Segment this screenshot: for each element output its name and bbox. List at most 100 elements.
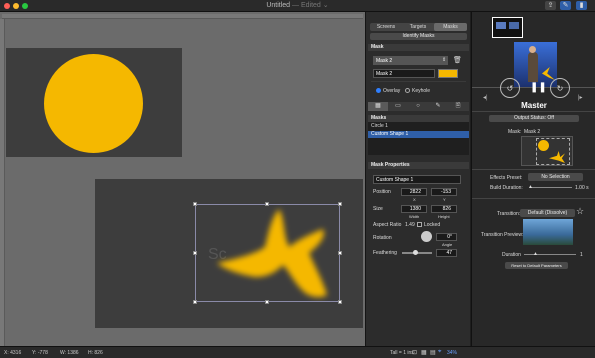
divider bbox=[472, 198, 595, 199]
resize-handle-br[interactable] bbox=[338, 300, 342, 304]
list-item[interactable]: Custom Shape 1 bbox=[368, 131, 469, 138]
resize-handle-t[interactable] bbox=[265, 202, 269, 206]
zoom-value[interactable]: 34% bbox=[447, 350, 457, 356]
trash-icon[interactable]: 🗑 bbox=[453, 56, 462, 64]
snap-icon[interactable]: ⌖ bbox=[438, 349, 441, 356]
screen-layer-1[interactable] bbox=[6, 48, 182, 157]
resize-handle-b[interactable] bbox=[265, 300, 269, 304]
status-w: W: 1386 bbox=[60, 350, 79, 356]
build-duration-thumb[interactable]: ▲ bbox=[528, 184, 533, 190]
y-label: Y bbox=[443, 197, 446, 202]
overlay-radio[interactable] bbox=[376, 88, 381, 93]
rewind-icon[interactable]: ◂| bbox=[483, 94, 488, 101]
position-y-field[interactable]: -153 bbox=[431, 188, 457, 196]
transition-label: Transition: bbox=[497, 211, 521, 217]
selection-box bbox=[195, 204, 340, 302]
tab-targets[interactable]: Targets bbox=[402, 23, 434, 31]
mask-section-header: Mask bbox=[368, 44, 469, 51]
output-status-button[interactable]: Output Status: Off bbox=[489, 115, 579, 122]
duration-label: Duration bbox=[502, 252, 521, 258]
upload-icon[interactable]: ⇪ bbox=[545, 1, 556, 10]
divider bbox=[472, 111, 595, 112]
x-label: X bbox=[413, 197, 416, 202]
transition-select[interactable]: Default (Dissolve) bbox=[520, 209, 575, 217]
status-h: H: 826 bbox=[88, 350, 103, 356]
circle-mask[interactable] bbox=[44, 54, 143, 153]
mask-label: Mask: bbox=[508, 129, 522, 135]
resize-handle-bl[interactable] bbox=[193, 300, 197, 304]
resize-handle-tl[interactable] bbox=[193, 202, 197, 206]
tab-masks[interactable]: Masks bbox=[434, 23, 467, 31]
forward-icon[interactable]: |▸ bbox=[578, 94, 583, 101]
mask-select[interactable]: Mask 2 bbox=[373, 56, 448, 65]
divider bbox=[472, 169, 595, 170]
grid-tool-icon[interactable]: ▦ bbox=[368, 102, 388, 111]
ruler-top bbox=[2, 14, 363, 19]
height-label: Height bbox=[438, 214, 450, 219]
transition-preview-image bbox=[523, 219, 573, 245]
status-y: Y: -778 bbox=[32, 350, 48, 356]
tab-screens[interactable]: Screens bbox=[370, 23, 402, 31]
ruler-left bbox=[0, 19, 5, 346]
screen-thumbnail-1[interactable] bbox=[492, 17, 523, 38]
image-mask-tool-icon[interactable]: 🗎 bbox=[448, 102, 468, 111]
masks-list-header: Masks bbox=[368, 115, 469, 122]
star-icon[interactable]: ☆ bbox=[576, 206, 584, 217]
panel-title: Master bbox=[521, 101, 547, 110]
height-field[interactable]: 826 bbox=[431, 205, 457, 213]
feathering-slider-thumb[interactable] bbox=[413, 250, 418, 255]
chevron-updown-icon: ⇕ bbox=[442, 57, 447, 63]
screen-layer-2[interactable]: Sc bbox=[95, 179, 363, 328]
width-label: Width bbox=[409, 214, 420, 219]
rectangle-tool-icon[interactable]: ▭ bbox=[388, 102, 408, 111]
build-duration-value: 1.00 s bbox=[575, 185, 589, 191]
mask-properties-name-field[interactable]: Custom Shape 1 bbox=[373, 175, 461, 184]
effects-preset-select[interactable]: No Selection bbox=[528, 173, 583, 181]
mask-color-swatch[interactable] bbox=[438, 69, 458, 78]
mask-name-field[interactable]: Mask 2 bbox=[373, 69, 435, 78]
rotation-knob[interactable] bbox=[421, 231, 432, 242]
aspect-ratio-value: 1.49 bbox=[405, 222, 415, 228]
resize-handle-l[interactable] bbox=[193, 251, 197, 255]
fit-icon[interactable]: ⊡ bbox=[412, 349, 417, 356]
feathering-label: Feathering bbox=[373, 250, 397, 256]
title-bar: Untitled — Edited ⌄ ⇪ ✎ ▮ bbox=[0, 0, 595, 12]
grid-icon[interactable]: ▦ bbox=[421, 349, 427, 356]
edit-icon[interactable]: ✎ bbox=[560, 1, 571, 10]
list-item[interactable]: Circle 1 bbox=[368, 123, 469, 130]
divider bbox=[371, 81, 466, 82]
build-duration-label: Build Duration: bbox=[490, 185, 523, 191]
locked-label: Locked bbox=[424, 222, 441, 228]
resize-handle-r[interactable] bbox=[338, 251, 342, 255]
identify-masks-button[interactable]: Identify Masks bbox=[370, 33, 467, 40]
custom-shape-tool-icon[interactable]: ✎ bbox=[428, 102, 448, 111]
keyhole-radio[interactable] bbox=[405, 88, 410, 93]
width-field[interactable]: 1380 bbox=[401, 205, 427, 213]
feathering-field[interactable]: 47 bbox=[436, 249, 457, 257]
duration-thumb[interactable]: ▲ bbox=[533, 251, 538, 257]
mask-value: Mask 2 bbox=[524, 129, 541, 135]
transition-preview-label: Transition Preview: bbox=[481, 232, 524, 238]
effects-preset-label: Effects Preset: bbox=[490, 175, 523, 181]
angle-label: Angle bbox=[442, 242, 453, 247]
preview-panel: ↺ ❚❚ ↻ ◂| |▸ Master Output Status: Off M… bbox=[471, 12, 595, 346]
rotation-field[interactable]: 0° bbox=[436, 233, 457, 241]
duration-slider[interactable] bbox=[524, 254, 576, 255]
ellipse-tool-icon[interactable]: ○ bbox=[408, 102, 428, 111]
next-icon[interactable]: ↻ bbox=[550, 78, 570, 98]
reset-parameters-button[interactable]: Reset to Default Parameters bbox=[505, 262, 568, 269]
size-label: Size bbox=[373, 206, 383, 212]
previous-icon[interactable]: ↺ bbox=[500, 78, 520, 98]
keyhole-label: Keyhole bbox=[412, 88, 431, 94]
position-x-field[interactable]: 2822 bbox=[401, 188, 427, 196]
guides-icon[interactable]: ▤ bbox=[430, 349, 436, 356]
status-x: X: 4316 bbox=[4, 350, 22, 356]
locked-checkbox[interactable] bbox=[417, 222, 422, 227]
status-bar: X: 4316 Y: -778 W: 1386 H: 826 Tall = 1 … bbox=[0, 346, 595, 358]
resize-handle-tr[interactable] bbox=[338, 202, 342, 206]
window-subtitle[interactable]: — Edited ⌄ bbox=[292, 2, 329, 9]
build-duration-slider[interactable] bbox=[530, 187, 572, 188]
mask-panel: Screens Targets Masks Identify Masks Mas… bbox=[365, 12, 470, 346]
pause-icon[interactable]: ❚❚ bbox=[530, 82, 547, 93]
sidebar-icon[interactable]: ▮ bbox=[576, 1, 587, 10]
